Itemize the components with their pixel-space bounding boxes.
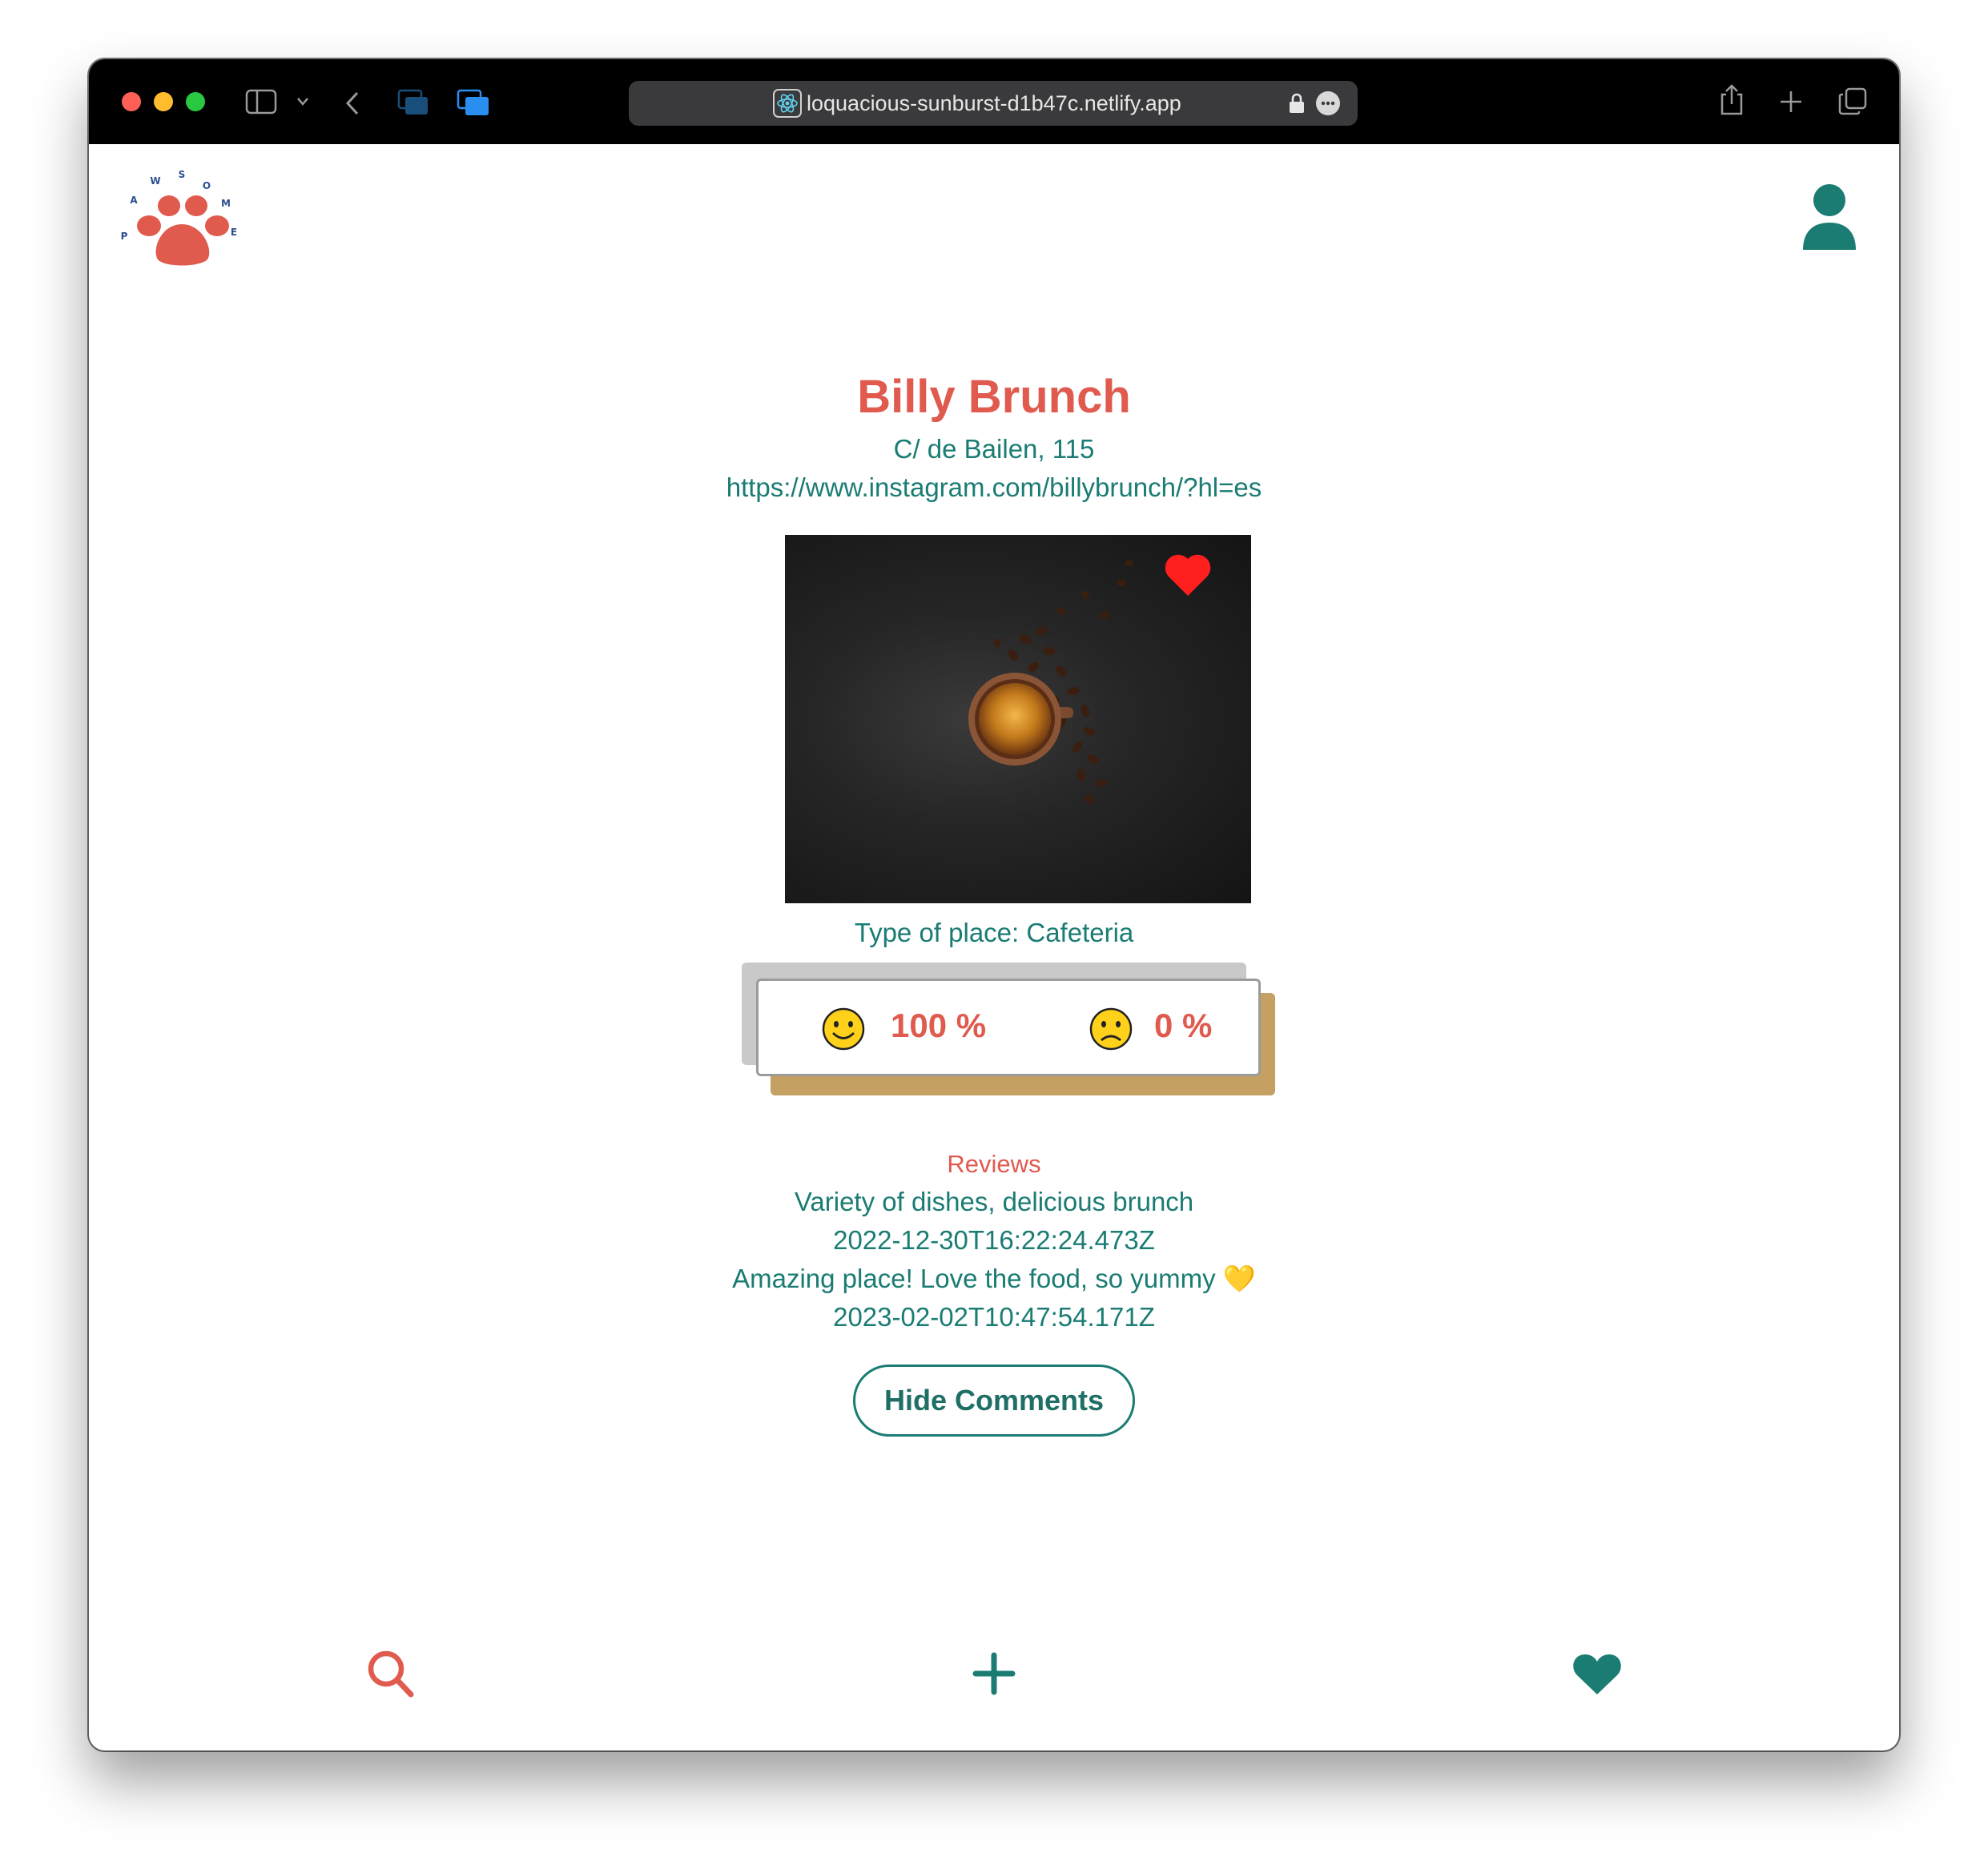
svg-text:E: E xyxy=(231,227,237,238)
reviews-heading: Reviews xyxy=(947,1150,1041,1178)
lock-icon xyxy=(1290,93,1304,113)
positive-rating-percent: 100 % xyxy=(891,1007,987,1044)
review-date: 2023-02-02T10:47:54.171Z xyxy=(833,1302,1155,1332)
review-text: Variety of dishes, delicious brunch xyxy=(794,1187,1194,1216)
pawsome-logo[interactable]: P A W S O M E xyxy=(113,165,249,269)
address-bar-url: loquacious-sunburst-d1b47c.netlify.app xyxy=(807,91,1181,115)
page-content: P A W S O M E Billy Brunch C/ de Bailen,… xyxy=(89,144,1899,1750)
hide-comments-button[interactable]: Hide Comments xyxy=(853,1365,1135,1437)
negative-rating-percent: 0 % xyxy=(1154,1007,1213,1044)
place-address: C/ de Bailen, 115 xyxy=(893,434,1095,464)
sad-face-icon xyxy=(1089,1007,1133,1051)
place-photo xyxy=(785,535,1251,903)
add-icon[interactable] xyxy=(972,1652,1016,1695)
svg-text:W: W xyxy=(150,175,160,187)
svg-text:P: P xyxy=(121,231,128,242)
close-window-button[interactable] xyxy=(122,92,141,111)
review-text: Amazing place! Love the food, so yummy 💛 xyxy=(732,1264,1256,1293)
share-icon[interactable] xyxy=(1718,83,1745,117)
paw-logo-icon: P A W S O M E xyxy=(121,169,237,266)
new-tab-icon[interactable] xyxy=(1778,89,1804,115)
review-date: 2022-12-30T16:22:24.473Z xyxy=(833,1225,1155,1255)
sidebar-toggle-icon[interactable] xyxy=(245,89,277,115)
ratings-card-body: 100 % 0 % xyxy=(756,979,1261,1076)
more-icon xyxy=(1321,101,1335,106)
site-favicon-icon xyxy=(773,89,802,118)
show-tabs-icon[interactable] xyxy=(1837,86,1868,117)
svg-text:O: O xyxy=(203,180,211,191)
chevron-down-icon[interactable] xyxy=(296,96,310,107)
place-name: Billy Brunch xyxy=(857,371,1131,423)
maximize-window-button[interactable] xyxy=(186,92,205,111)
back-icon[interactable] xyxy=(344,90,361,117)
ratings-card: 100 % 0 % xyxy=(742,963,1278,1099)
place-type: Type of place: Cafeteria xyxy=(854,918,1134,947)
favorites-heart-icon[interactable] xyxy=(1571,1651,1623,1696)
svg-text:S: S xyxy=(179,169,186,180)
browser-toolbar: loquacious-sunburst-d1b47c.netlify.app xyxy=(89,59,1899,144)
happy-face-icon xyxy=(822,1007,865,1051)
place-website-link[interactable]: https://www.instagram.com/billybrunch/?h… xyxy=(89,472,1899,503)
tab-group-icon[interactable] xyxy=(397,88,429,117)
minimize-window-button[interactable] xyxy=(154,92,173,111)
svg-text:A: A xyxy=(130,195,138,206)
browser-window: loquacious-sunburst-d1b47c.netlify.app P… xyxy=(89,59,1899,1750)
tab-overview-icon[interactable] xyxy=(457,88,490,117)
favorite-heart-icon[interactable] xyxy=(1164,553,1212,597)
address-bar[interactable]: loquacious-sunburst-d1b47c.netlify.app xyxy=(629,81,1358,126)
user-profile-icon[interactable] xyxy=(1800,184,1859,251)
search-icon[interactable] xyxy=(367,1650,415,1699)
page-menu-button[interactable] xyxy=(1316,91,1340,115)
svg-text:M: M xyxy=(221,198,231,209)
